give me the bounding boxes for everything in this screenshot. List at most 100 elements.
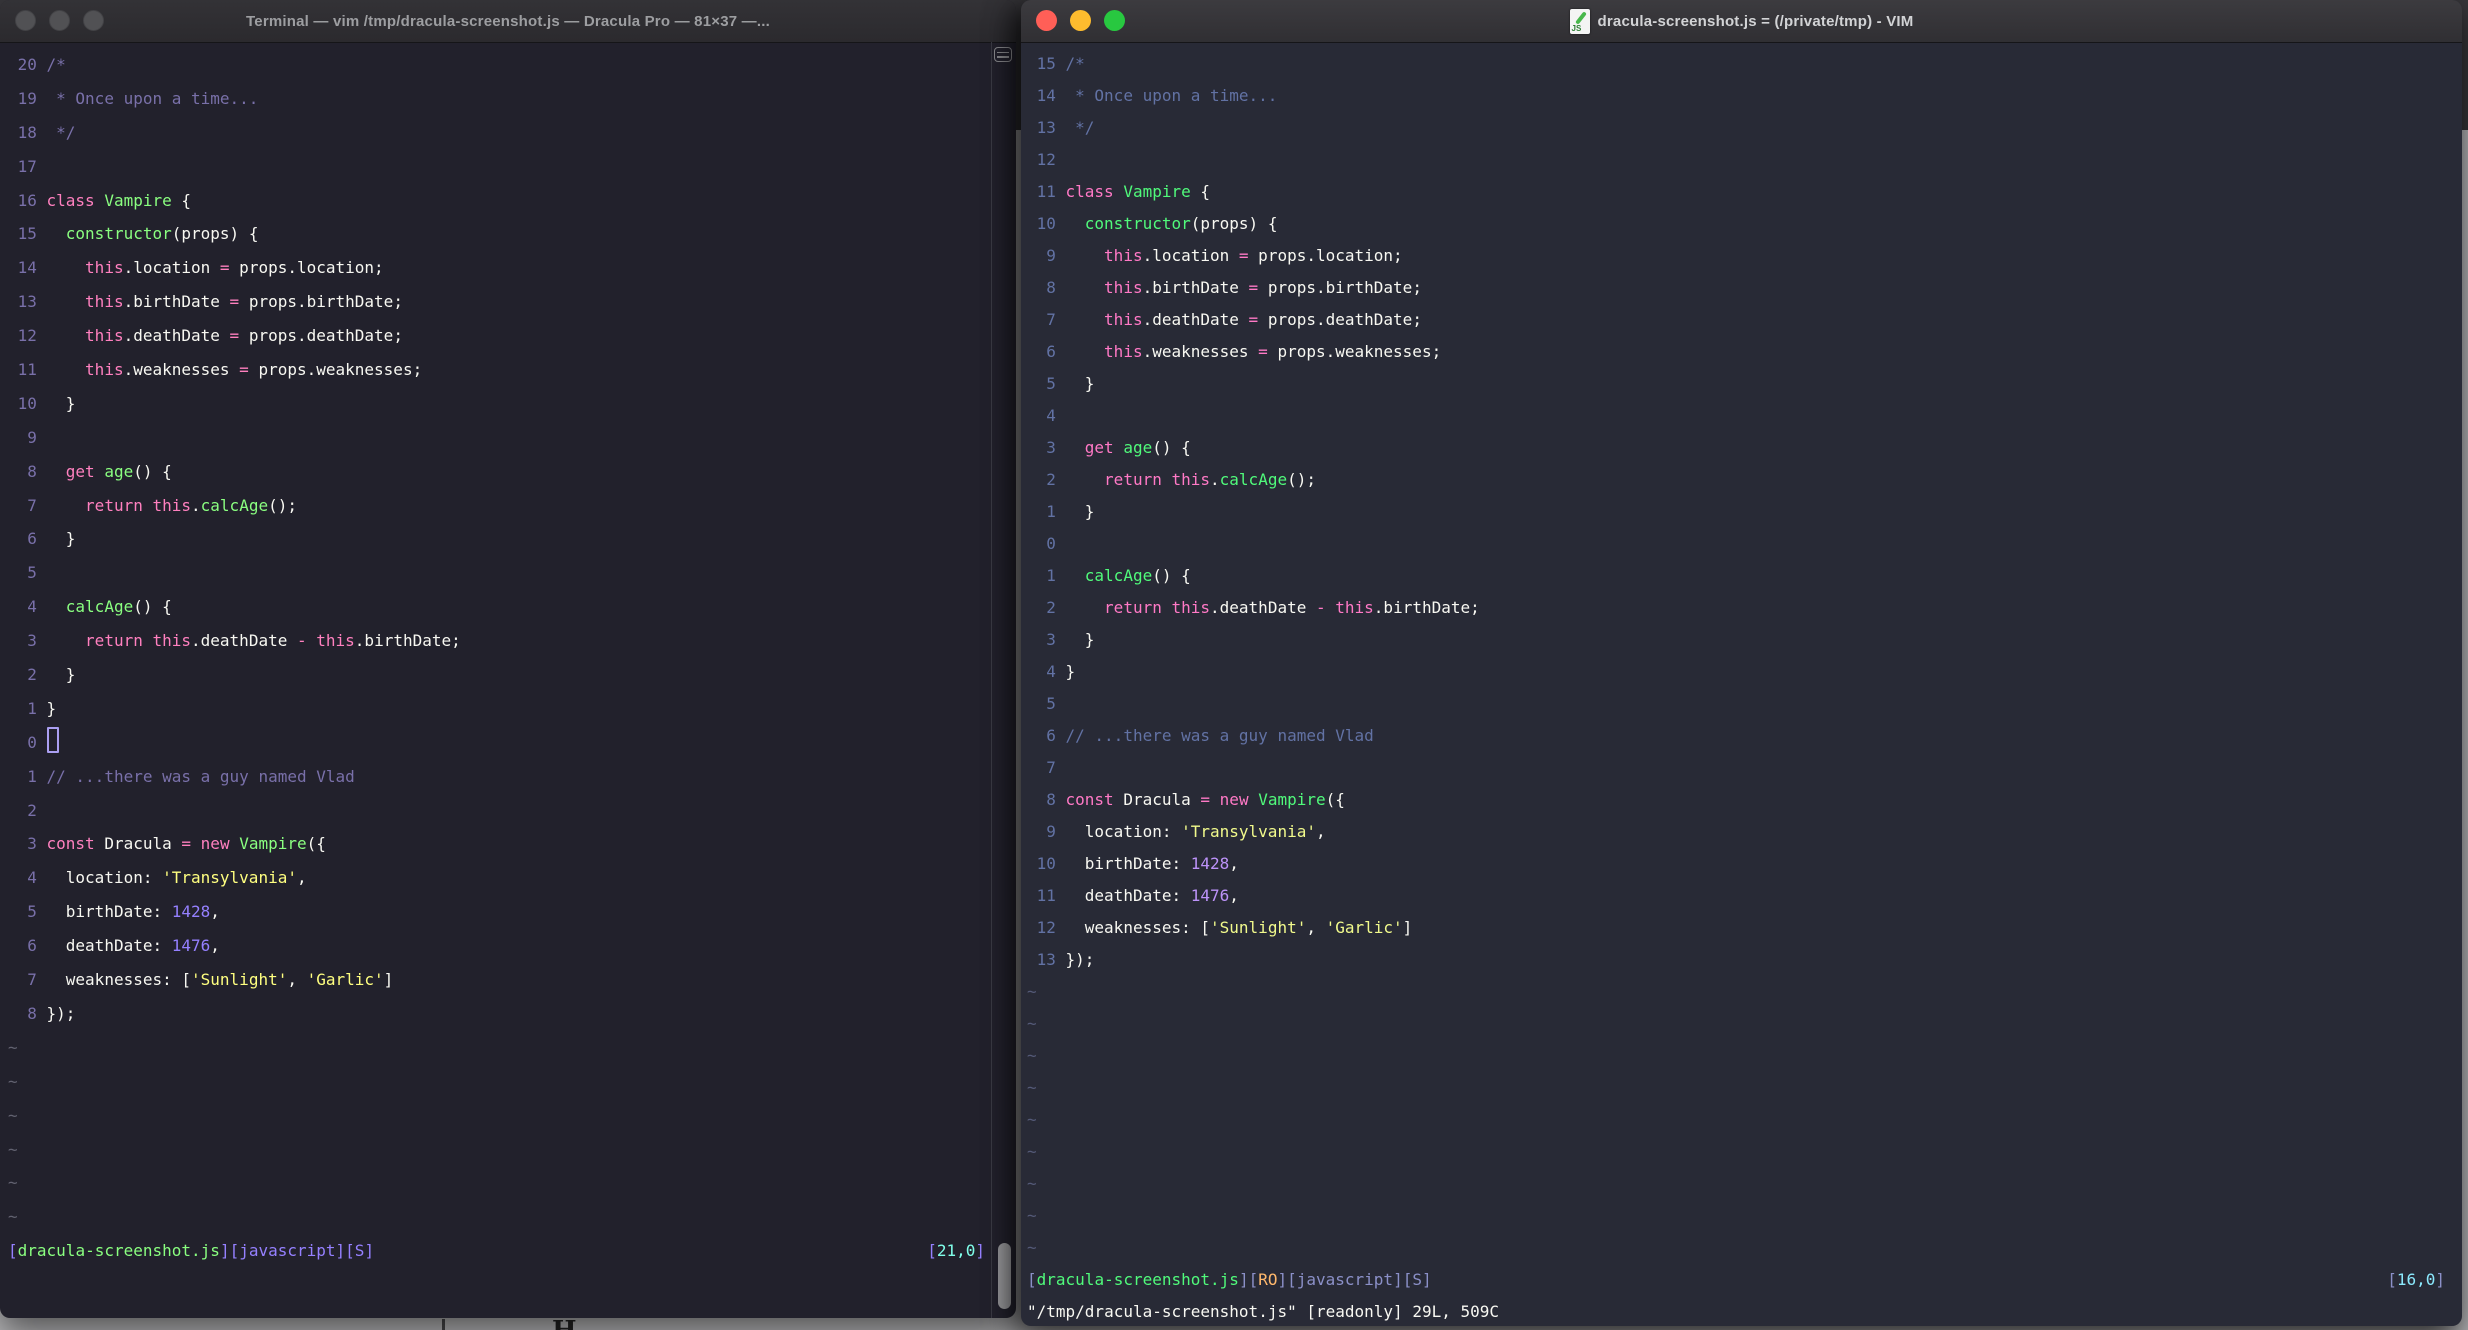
code-line[interactable]: 4 calcAge() {	[0, 590, 992, 624]
code-line[interactable]: 3 }	[1021, 624, 2462, 656]
line-number: 5	[27, 902, 37, 922]
line-number: 9	[1046, 246, 1056, 265]
code-line[interactable]: 2 return this.deathDate - this.birthDate…	[1021, 592, 2462, 624]
code-line[interactable]: 6 this.weaknesses = props.weaknesses;	[1021, 336, 2462, 368]
code-line[interactable]: 0	[0, 726, 992, 760]
empty-line-tilde: ~	[1027, 1142, 1037, 1161]
code-line[interactable]: 9	[0, 421, 992, 455]
code-line[interactable]: 16 class Vampire {	[0, 184, 992, 218]
empty-line-tilde: ~	[8, 1173, 18, 1193]
code-line[interactable]: 17	[0, 150, 992, 184]
code-line[interactable]: 2	[0, 794, 992, 828]
code-line[interactable]: 3 return this.deathDate - this.birthDate…	[0, 624, 992, 658]
code-line[interactable]: 4	[1021, 400, 2462, 432]
pencil-icon	[1574, 10, 1587, 25]
code-line[interactable]: 11 class Vampire {	[1021, 176, 2462, 208]
line-number: 11	[17, 360, 37, 380]
code-line[interactable]: 5	[0, 556, 992, 590]
code-line[interactable]: 7 return this.calcAge();	[0, 489, 992, 523]
line-number: 3	[27, 631, 37, 651]
code-line[interactable]: 1}	[0, 692, 992, 726]
line-number: 1	[27, 766, 37, 786]
line-number: 5	[1046, 374, 1056, 393]
statusline-ruler: [16,0]	[2387, 1270, 2445, 1289]
close-button-icon[interactable]	[15, 10, 36, 31]
line-number: 8	[27, 1003, 37, 1023]
code-line[interactable]: 11 deathDate: 1476,	[1021, 880, 2462, 912]
minimize-button-icon[interactable]	[1070, 10, 1091, 31]
code-line[interactable]: 5 birthDate: 1428,	[0, 895, 992, 929]
code-line[interactable]: 19 * Once upon a time...	[0, 82, 992, 116]
code-line[interactable]: 4 location: 'Transylvania',	[0, 861, 992, 895]
code-line[interactable]: 10 }	[0, 387, 992, 421]
code-line[interactable]: 3 get age() {	[1021, 432, 2462, 464]
statusline-file-info: [dracula-screenshot.js][RO][javascript][…	[1027, 1270, 1432, 1289]
code-line[interactable]: 1// ...there was a guy named Vlad	[0, 760, 992, 794]
code-line[interactable]: 6// ...there was a guy named Vlad	[1021, 720, 2462, 752]
line-number: 17	[17, 156, 37, 176]
code-line[interactable]: 1 }	[1021, 496, 2462, 528]
code-line[interactable]: 4}	[1021, 656, 2462, 688]
code-line[interactable]: 12 weaknesses: ['Sunlight', 'Garlic']	[1021, 912, 2462, 944]
code-line[interactable]: 14 * Once upon a time...	[1021, 80, 2462, 112]
code-line[interactable]: 6 deathDate: 1476,	[0, 929, 992, 963]
code-line[interactable]: 7 weaknesses: ['Sunlight', 'Garlic']	[0, 963, 992, 997]
close-button-icon[interactable]	[1036, 10, 1057, 31]
maximize-button-icon[interactable]	[83, 10, 104, 31]
code-line[interactable]: 14 this.location = props.location;	[0, 251, 992, 285]
code-line[interactable]: 8 this.birthDate = props.birthDate;	[1021, 272, 2462, 304]
scrollbar-thumb[interactable]	[998, 1243, 1011, 1309]
code-line[interactable]: 8 get age() {	[0, 455, 992, 489]
code-line[interactable]: 10 constructor(props) {	[1021, 208, 2462, 240]
code-line[interactable]: 5 }	[1021, 368, 2462, 400]
code-line[interactable]: 2 }	[0, 658, 992, 692]
terminal-titlebar[interactable]: Terminal — vim /tmp/dracula-screenshot.j…	[0, 0, 1016, 43]
line-number: 13	[17, 292, 37, 312]
empty-line-tilde: ~	[1027, 1046, 1037, 1065]
code-line[interactable]: 8});	[0, 997, 992, 1031]
code-line[interactable]: 11 this.weaknesses = props.weaknesses;	[0, 353, 992, 387]
empty-line-tilde: ~	[8, 1105, 18, 1125]
macvim-titlebar[interactable]: JS dracula-screenshot.js = (/private/tmp…	[1021, 0, 2462, 43]
line-number: 0	[27, 732, 37, 752]
line-number: 3	[1046, 630, 1056, 649]
code-line[interactable]: 9 location: 'Transylvania',	[1021, 816, 2462, 848]
vim-buffer-left[interactable]: 20/* 19 * Once upon a time... 18 */ 17 16 cla…	[0, 42, 992, 1318]
split-pane-button[interactable]	[994, 47, 1012, 62]
empty-line-tilde: ~	[8, 1071, 18, 1091]
code-line[interactable]: 7 this.deathDate = props.deathDate;	[1021, 304, 2462, 336]
code-line[interactable]: 3 const Dracula = new Vampire({	[0, 827, 992, 861]
code-line[interactable]: 8 const Dracula = new Vampire({	[1021, 784, 2462, 816]
empty-line-tilde: ~	[1027, 982, 1037, 1001]
code-line[interactable]: 1 calcAge() {	[1021, 560, 2462, 592]
code-line[interactable]: 13 */	[1021, 112, 2462, 144]
background-window-partial-text: H	[552, 1318, 592, 1330]
empty-line-tilde: ~	[8, 1139, 18, 1159]
code-line[interactable]: 13});	[1021, 944, 2462, 976]
code-line[interactable]: 5	[1021, 688, 2462, 720]
line-number: 20	[17, 55, 37, 74]
code-line[interactable]: 15/*	[1021, 48, 2462, 80]
zoom-button-icon[interactable]	[1104, 10, 1125, 31]
line-number: 9	[27, 427, 37, 447]
code-line[interactable]: 6 }	[0, 522, 992, 556]
code-line[interactable]: 15 constructor(props) {	[0, 217, 992, 251]
background-window-divider	[442, 1319, 445, 1330]
vim-statusline: [dracula-screenshot.js][RO][javascript][…	[1027, 1264, 2445, 1296]
code-line[interactable]: 13 this.birthDate = props.birthDate;	[0, 285, 992, 319]
code-line[interactable]: 0	[1021, 528, 2462, 560]
code-line[interactable]: 7	[1021, 752, 2462, 784]
line-number: 2	[27, 665, 37, 685]
code-line[interactable]: 9 this.location = props.location;	[1021, 240, 2462, 272]
line-number: 4	[27, 597, 37, 617]
code-line[interactable]: 12	[1021, 144, 2462, 176]
line-number: 1	[1046, 566, 1056, 585]
code-line[interactable]: 18 */	[0, 116, 992, 150]
minimize-button-icon[interactable]	[49, 10, 70, 31]
code-line[interactable]: 2 return this.calcAge();	[1021, 464, 2462, 496]
code-line[interactable]: 12 this.deathDate = props.deathDate;	[0, 319, 992, 353]
vim-buffer-right[interactable]: 15/* 14 * Once upon a time... 13 */12 11 cla…	[1021, 42, 2462, 1326]
code-line[interactable]: 20/*	[0, 48, 992, 82]
code-line[interactable]: 10 birthDate: 1428,	[1021, 848, 2462, 880]
window-title: Terminal — vim /tmp/dracula-screenshot.j…	[246, 12, 770, 30]
